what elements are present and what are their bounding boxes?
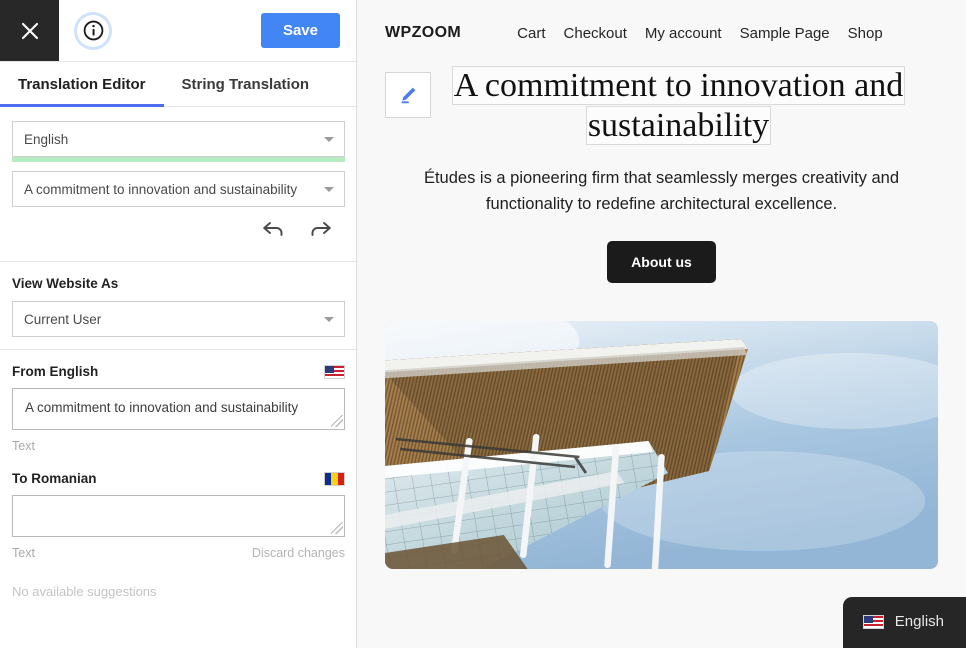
language-select[interactable]: English	[12, 121, 345, 157]
chevron-down-icon	[324, 317, 334, 322]
tab-string-translation[interactable]: String Translation	[164, 62, 328, 106]
language-switcher[interactable]: English	[842, 597, 966, 648]
selectors-section: English A commitment to innovation and s…	[0, 107, 356, 261]
history-controls	[12, 207, 357, 249]
tab-string-translation-label: String Translation	[181, 75, 310, 93]
string-select-value: A commitment to innovation and sustainab…	[24, 181, 298, 197]
from-language-header: From English	[12, 364, 345, 379]
flag-stripe-red	[337, 472, 344, 485]
page-title: A commitment to innovation and sustainab…	[439, 66, 938, 146]
hero-image-wrap	[385, 321, 938, 570]
hero-cta-wrap: About us	[385, 241, 938, 284]
language-select-value: English	[24, 131, 69, 147]
translation-sidebar: Save Translation Editor String Translati…	[0, 0, 357, 648]
tab-translation-editor-label: Translation Editor	[18, 75, 146, 93]
sidebar-topbar: Save	[0, 0, 356, 62]
info-button[interactable]	[77, 14, 109, 47]
translation-editor-app: Save Translation Editor String Translati…	[0, 0, 966, 648]
to-language-header: To Romanian	[12, 471, 345, 486]
info-icon	[83, 20, 103, 41]
view-as-select-value: Current User	[24, 311, 102, 327]
language-switcher-label: English	[894, 613, 944, 630]
architecture-photo	[385, 321, 938, 570]
translation-text-input[interactable]	[12, 495, 345, 537]
from-language-heading: From English	[12, 364, 99, 379]
edit-string-button[interactable]	[385, 72, 431, 118]
site-preview: WPZOOM Cart Checkout My account Sample P…	[357, 0, 966, 648]
sidebar-tabs: Translation Editor String Translation	[0, 62, 356, 107]
nav-item-shop[interactable]: Shop	[848, 25, 883, 42]
hero-title-block: A commitment to innovation and sustainab…	[431, 66, 938, 146]
source-text-input[interactable]	[12, 388, 345, 430]
undo-icon[interactable]	[261, 219, 287, 239]
about-us-button[interactable]: About us	[607, 241, 716, 284]
from-language-section: From English Text	[0, 350, 356, 465]
view-website-as-heading: View Website As	[12, 276, 119, 291]
us-flag-icon	[862, 614, 884, 629]
to-meta-row: Text Discard changes	[12, 546, 345, 560]
info-button-wrap	[59, 0, 127, 61]
chevron-down-icon	[324, 137, 334, 142]
save-button-wrap: Save	[260, 0, 356, 61]
close-icon	[21, 22, 38, 39]
site-nav: Cart Checkout My account Sample Page Sho…	[517, 25, 883, 42]
us-flag-icon	[324, 364, 345, 379]
redo-icon[interactable]	[307, 219, 333, 239]
nav-item-sample-page[interactable]: Sample Page	[740, 25, 830, 42]
to-language-section: To Romanian Text Discard changes No avai…	[0, 465, 356, 611]
flag-canton	[325, 365, 334, 373]
from-textarea-wrap	[12, 388, 345, 430]
site-header: WPZOOM Cart Checkout My account Sample P…	[357, 0, 966, 66]
discard-changes-button[interactable]: Discard changes	[252, 546, 345, 560]
chevron-down-icon	[324, 187, 334, 192]
close-button[interactable]	[0, 0, 59, 61]
hero-title-row: A commitment to innovation and sustainab…	[385, 66, 938, 146]
save-button[interactable]: Save	[260, 13, 340, 48]
hero-subtitle: Études is a pioneering firm that seamles…	[423, 169, 900, 213]
page-title-line2: sustainability	[585, 106, 772, 146]
from-meta-row: Text	[12, 439, 345, 453]
site-brand[interactable]: WPZOOM	[385, 24, 461, 42]
view-website-as-section: View Website As Current User	[0, 262, 356, 349]
flag-canton	[863, 615, 873, 623]
string-select[interactable]: A commitment to innovation and sustainab…	[12, 171, 345, 207]
suggestions-message: No available suggestions	[12, 584, 157, 599]
hero-section: A commitment to innovation and sustainab…	[357, 66, 966, 284]
architecture-photo-art	[385, 321, 938, 570]
page-title-line1: A commitment to innovation and	[451, 66, 906, 105]
nav-item-my-account[interactable]: My account	[645, 25, 722, 42]
to-language-heading: To Romanian	[12, 471, 97, 486]
to-textarea-wrap	[12, 495, 345, 537]
tab-translation-editor[interactable]: Translation Editor	[0, 62, 164, 107]
from-meta-label: Text	[12, 439, 35, 453]
ro-flag-icon	[324, 471, 345, 486]
pencil-icon	[401, 87, 416, 104]
nav-item-cart[interactable]: Cart	[517, 25, 545, 42]
to-meta-label: Text	[12, 546, 35, 560]
view-as-select[interactable]: Current User	[12, 301, 345, 337]
nav-item-checkout[interactable]: Checkout	[564, 25, 627, 42]
